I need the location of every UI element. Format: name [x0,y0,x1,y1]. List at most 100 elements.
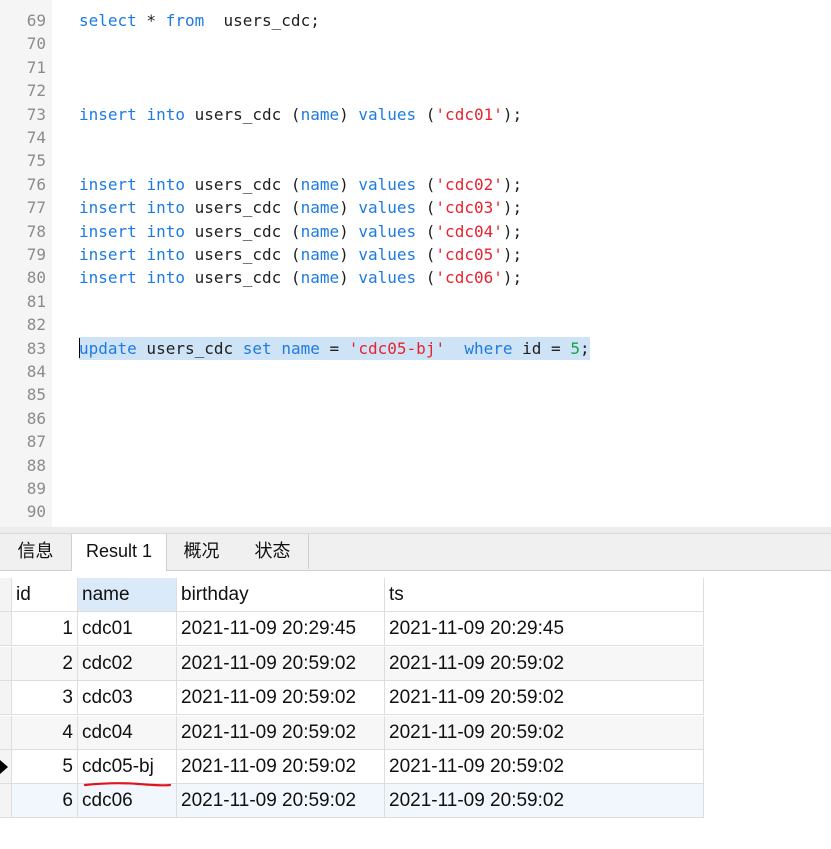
code-line[interactable]: 73 insert into users_cdc (name) values ('… [0,103,831,126]
cell-birthday[interactable]: 2021-11-09 20:59:02 [177,750,385,784]
cell-birthday[interactable]: 2021-11-09 20:59:02 [177,784,385,819]
cell-birthday[interactable]: 2021-11-09 20:59:02 [177,715,385,750]
cell-name[interactable]: cdc05-bj [78,750,177,784]
sql-token-plain: users_cdc ( [184,221,301,241]
cell-ts[interactable]: 2021-11-09 20:59:02 [385,715,704,750]
line-number: 71 [26,57,46,77]
column-header-id[interactable]: id [12,578,78,612]
sql-token-kw: name [300,245,340,264]
cell-name[interactable]: cdc04 [78,715,177,750]
line-number: 72 [26,81,46,101]
cell-birthday[interactable]: 2021-11-09 20:29:45 [177,612,385,647]
cell-ts[interactable]: 2021-11-09 20:59:02 [385,750,704,784]
code-line[interactable]: 75 [0,149,831,172]
row-selector[interactable] [0,715,12,750]
code-line[interactable]: 84 [0,360,831,383]
sql-token-plain: ); [502,104,523,124]
code-line[interactable]: 76 insert into users_cdc (name) values ('… [0,173,831,196]
sql-token-kw: into [146,268,185,288]
sql-token-plain: ; [579,338,590,358]
row-selector[interactable] [0,750,12,784]
tab-status[interactable]: 状态 [237,534,309,569]
sql-editor[interactable]: 69 select * from users_cdc; 70 71 72 73 insert… [0,0,831,527]
column-header-name[interactable]: name [78,578,177,612]
sql-token-plain [137,105,147,124]
code-line[interactable]: 87 [0,430,831,453]
sql-token-plain [272,339,282,358]
result-tab-bar: 信息 Result 1 概况 状态 [0,534,831,571]
sql-token-num: 5 [570,338,580,358]
code-line[interactable]: 81 [0,290,831,313]
code-line[interactable]: 72 [0,79,831,102]
cell-id[interactable]: 3 [12,681,78,716]
code-line[interactable]: 70 [0,32,831,55]
code-line[interactable]: 89 [0,477,831,500]
sql-token-str: 'cdc03' [435,198,503,218]
code-line[interactable]: 82 [0,313,831,336]
cell-birthday[interactable]: 2021-11-09 20:59:02 [177,646,385,681]
sql-token-plain: ( [416,174,436,194]
line-number: 69 [26,11,46,30]
sql-token-kw: into [146,198,185,218]
sql-token-kw: name [300,268,340,288]
code-line[interactable]: 88 [0,454,831,477]
row-selector[interactable] [0,646,12,681]
cell-ts[interactable]: 2021-11-09 20:59:02 [385,681,704,716]
sql-token-kw: from [165,11,205,30]
cell-name[interactable]: cdc02 [78,646,177,681]
cell-id[interactable]: 1 [12,612,78,647]
code-line[interactable]: 78 insert into users_cdc (name) values ('… [0,220,831,243]
sql-token-kw: name [281,338,320,358]
cell-id[interactable]: 6 [12,784,78,819]
column-header-birthday[interactable]: birthday [177,578,385,612]
code-line[interactable]: 80 insert into users_cdc (name) values ('… [0,266,831,289]
cell-id[interactable]: 5 [12,750,78,784]
sql-token-plain: ( [416,221,436,241]
sql-token-kw: set [242,338,272,358]
sql-token-kw: name [300,104,340,124]
row-selector[interactable] [0,681,12,716]
sql-token-plain: users_cdc ( [184,268,301,288]
column-header-ts[interactable]: ts [385,578,704,612]
cell-id[interactable]: 2 [12,646,78,681]
row-selector[interactable] [0,612,12,647]
code-text: insert into users_cdc (name) values ('cd… [79,266,522,289]
cell-id[interactable]: 4 [12,715,78,750]
sql-token-plain: = [319,338,349,358]
sql-token-plain: ) [339,245,359,264]
cell-ts[interactable]: 2021-11-09 20:59:02 [385,646,704,681]
code-line[interactable]: 86 [0,407,831,430]
code-line[interactable]: 79 insert into users_cdc (name) values ('… [0,243,831,266]
sql-token-kw: insert [79,104,137,124]
row-selector[interactable] [0,784,12,819]
line-number: 80 [26,268,46,288]
tab-info[interactable]: 信息 [0,534,72,569]
cell-ts[interactable]: 2021-11-09 20:29:45 [385,612,704,647]
code-text: select * from users_cdc; [79,9,320,32]
sql-token-plain: users_cdc [136,338,243,358]
line-number: 86 [26,408,46,428]
cell-name[interactable]: cdc03 [78,681,177,716]
cell-name[interactable]: cdc01 [78,612,177,647]
sql-token-plain: ); [502,174,523,194]
sql-token-plain [445,339,464,358]
code-line[interactable]: 77 insert into users_cdc (name) values ('… [0,196,831,219]
sql-token-str: 'cdc01' [435,104,503,124]
sql-token-plain: id = [512,338,571,358]
sql-token-plain: users_cdc ( [184,104,301,124]
code-line[interactable]: 69 select * from users_cdc; [0,9,831,32]
sql-token-plain: ); [502,245,523,264]
panel-splitter[interactable] [0,527,831,534]
code-line[interactable]: 90 [0,500,831,523]
tab-overview[interactable]: 概况 [166,534,238,569]
code-line[interactable]: 71 [0,56,831,79]
sql-token-plain [137,175,147,194]
code-line[interactable]: 83 update users_cdc set name = 'cdc05-bj'… [0,336,831,360]
cell-ts[interactable]: 2021-11-09 20:59:02 [385,784,704,819]
code-line[interactable]: 85 [0,383,831,406]
cell-birthday[interactable]: 2021-11-09 20:59:02 [177,681,385,716]
sql-token-plain: users_cdc ( [184,198,301,218]
sql-token-plain [137,268,147,287]
code-line[interactable]: 74 [0,126,831,149]
tab-result-1[interactable]: Result 1 [71,534,167,571]
